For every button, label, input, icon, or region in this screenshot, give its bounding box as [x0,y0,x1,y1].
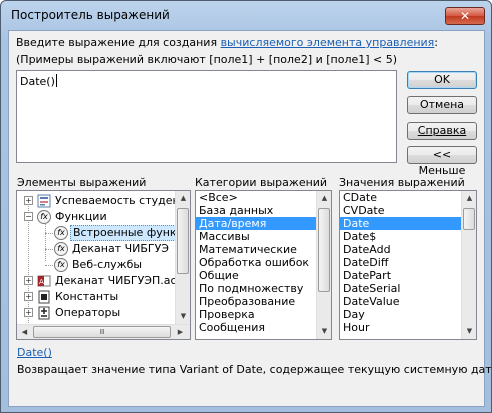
expression-values-list[interactable]: CDate CVDate Date Date$ DateAdd DateDiff DateP… [339,190,477,340]
fx-icon: fx [54,258,68,272]
expression-elements-tree[interactable]: + Успеваемость студен − fx Функции fx Вс… [16,190,191,340]
scroll-up-icon[interactable]: ▲ [462,191,476,206]
tree-item-label: Успеваемость студен [55,194,180,207]
scroll-down-icon[interactable]: ▼ [462,324,476,339]
tree-item[interactable]: + A Деканат ЧИБГУЭП.ac [17,273,177,289]
categories-scrollbar[interactable]: ▲ ▼ [316,191,331,339]
operators-icon [38,306,50,320]
value-item[interactable]: DateDiff [340,256,476,269]
less-button[interactable]: << Меньше [407,146,477,177]
function-help-link[interactable]: Date() [17,346,52,359]
value-item[interactable]: Date$ [340,230,476,243]
scroll-up-icon[interactable]: ▲ [317,191,331,206]
close-icon: ✕ [459,9,471,23]
scroll-thumb[interactable] [318,208,330,292]
fx-icon: fx [54,242,68,256]
scroll-thumb[interactable]: Ⅲ [33,326,171,338]
scroll-left-icon[interactable]: ◀ [17,325,32,339]
expand-toggle-icon[interactable]: + [24,276,33,285]
scroll-down-icon[interactable]: ▼ [317,324,331,339]
access-db-icon: A [37,275,51,287]
value-item[interactable]: DatePart [340,269,476,282]
scroll-thumb[interactable] [177,208,189,274]
values-items: CDate CVDate Date Date$ DateAdd DateDiff DateP… [340,191,476,334]
category-item[interactable]: Преобразование [196,295,331,308]
categories-label: Категории выражений [195,176,328,189]
elements-label: Элементы выражений [17,176,147,189]
cancel-button[interactable]: Отмена [407,96,477,114]
scroll-down-icon[interactable]: ▼ [176,309,190,324]
category-item[interactable]: Дата/время [196,217,331,230]
tree-item-label: Константы [55,290,119,303]
fx-icon: fx [37,210,51,224]
values-label: Значения выражений [339,176,465,189]
expand-toggle-icon[interactable]: + [24,292,33,301]
constants-icon [38,290,50,304]
value-item[interactable]: Day [340,308,476,321]
collapse-toggle-icon[interactable]: − [24,212,33,221]
category-item[interactable]: По подмножеству [196,282,331,295]
value-item[interactable]: CDate [340,191,476,204]
tree-item-label: Деканат ЧИБГУЭП.ac [55,274,177,287]
category-item[interactable]: Проверка [196,308,331,321]
scroll-up-icon[interactable]: ▲ [176,191,190,206]
title-bar[interactable]: Построитель выражений ✕ [1,1,491,29]
expand-toggle-icon[interactable]: + [24,308,33,317]
tree-item[interactable]: − fx Функции [17,209,177,225]
form-icon [37,194,51,208]
expand-toggle-icon[interactable]: + [24,196,33,205]
tree-horizontal-scrollbar[interactable]: ◀ Ⅲ ▶ [17,324,190,339]
value-item[interactable]: DateAdd [340,243,476,256]
fx-icon: fx [54,226,68,240]
category-item[interactable]: Общие [196,269,331,282]
text-caret [55,74,57,87]
category-item[interactable]: База данных [196,204,331,217]
window-title: Построитель выражений [11,8,170,22]
tree-item[interactable]: fx Встроенные функ [17,225,180,241]
tree-item-label: Встроенные функ [70,225,180,241]
tree-item-label: Функции [55,210,107,223]
tree-vertical-scrollbar[interactable]: ▲ ▼ [175,191,190,324]
dialog-body: Введите выражение для создания вычисляем… [8,30,492,407]
values-scrollbar[interactable]: ▲ ▼ [461,191,476,339]
tree-item[interactable]: fx Деканат ЧИБГУЭ [17,241,177,257]
tree-item[interactable]: + Константы [17,289,177,305]
value-item[interactable]: DateValue [340,295,476,308]
help-button[interactable]: Справка [407,122,477,140]
close-button[interactable]: ✕ [445,7,485,25]
value-item[interactable]: DateSerial [340,282,476,295]
scroll-right-icon[interactable]: ▶ [173,325,188,339]
category-item[interactable]: Обработка ошибок [196,256,331,269]
category-item[interactable]: Математические [196,243,331,256]
expression-categories-list[interactable]: <Все> База данных Дата/время Массивы Математ… [195,190,332,340]
tree-item[interactable]: fx Веб-службы [17,257,177,273]
calculated-control-link[interactable]: вычисляемого элемента управления [221,36,435,49]
tree-item-label: Операторы [55,306,121,319]
svg-text:A: A [39,278,44,286]
function-description: Возвращает значение типа Variant of Date… [17,363,492,376]
tree-item[interactable]: + Успеваемость студен [17,193,180,209]
value-item[interactable]: CVDate [340,204,476,217]
category-item[interactable]: Сообщения [196,321,331,334]
category-item[interactable]: Массивы [196,230,331,243]
expression-builder-window: Построитель выражений ✕ Введите выражени… [0,0,492,413]
value-item[interactable]: Hour [340,321,476,334]
tree-item-label: Деканат ЧИБГУЭ [72,242,169,255]
scroll-thumb[interactable] [463,208,475,230]
category-item[interactable]: <Все> [196,191,331,204]
ok-button[interactable]: OK [407,71,477,89]
expression-text: Date() [20,75,55,88]
tree-item[interactable]: + Операторы [17,305,177,321]
prompt-line-1: Введите выражение для создания вычисляем… [16,36,439,49]
value-item[interactable]: Date [340,217,476,230]
expression-input[interactable]: Date() [16,70,397,163]
prompt-line-2: (Примеры выражений включают [поле1] + [п… [16,53,398,66]
categories-items: <Все> База данных Дата/время Массивы Математ… [196,191,331,334]
tree-item-label: Веб-службы [72,258,143,271]
